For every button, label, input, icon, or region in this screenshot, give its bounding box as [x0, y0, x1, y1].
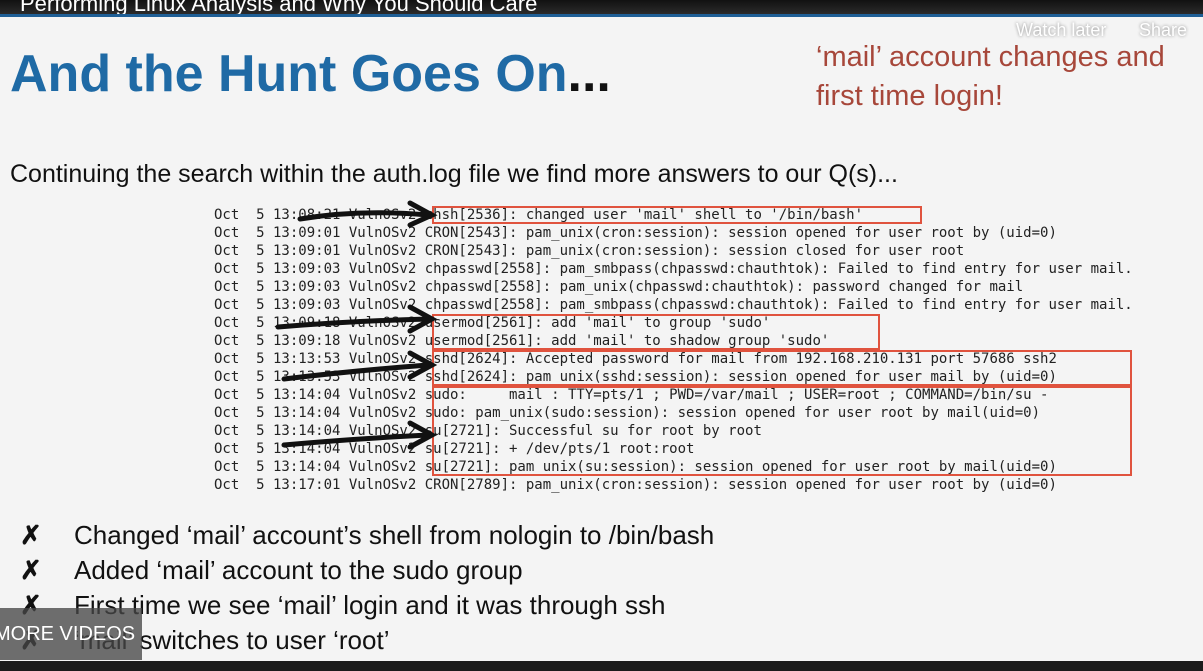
- arrow-icon: [297, 200, 438, 228]
- list-item: ✗ Added ‘mail’ account to the sudo group: [20, 555, 523, 590]
- slide-intro-text: Continuing the search within the auth.lo…: [10, 160, 898, 188]
- slide-title: And the Hunt Goes On...: [10, 44, 611, 104]
- arrow-icon: [281, 420, 438, 450]
- log-line: Oct 5 13:17:01 VulnOSv2 CRON[2789]: pam_…: [214, 477, 1057, 493]
- slide-callout: ‘mail’ account changes and first time lo…: [816, 41, 1165, 112]
- list-item-text: Added ‘mail’ account to the sudo group: [74, 555, 523, 585]
- cross-icon: ✗: [20, 520, 42, 550]
- hand-drawn-arrows: [275, 200, 438, 450]
- highlight-sudo-su: [432, 386, 1132, 476]
- player-bottom-strip: [0, 661, 1203, 671]
- more-videos-label: MORE VIDEOS: [0, 623, 136, 645]
- slide-title-text: And the Hunt Goes On: [10, 45, 568, 103]
- slide-title-ellipsis: ...: [567, 45, 611, 103]
- highlight-chsh: [432, 206, 922, 224]
- highlight-usermod: [432, 314, 880, 350]
- slide-header-rule: [0, 14, 1203, 17]
- arrow-icon: [281, 350, 438, 382]
- arrow-icon: [275, 304, 438, 334]
- more-videos-button[interactable]: MORE VIDEOS: [0, 608, 142, 660]
- list-item: ✗ Changed ‘mail’ account’s shell from nol…: [20, 520, 714, 555]
- highlight-sshd: [432, 350, 1132, 386]
- list-item-text: Changed ‘mail’ account’s shell from nolo…: [74, 520, 715, 550]
- list-item-text: First time we see ‘mail’ login and it wa…: [74, 590, 666, 620]
- cross-icon: ✗: [20, 555, 42, 585]
